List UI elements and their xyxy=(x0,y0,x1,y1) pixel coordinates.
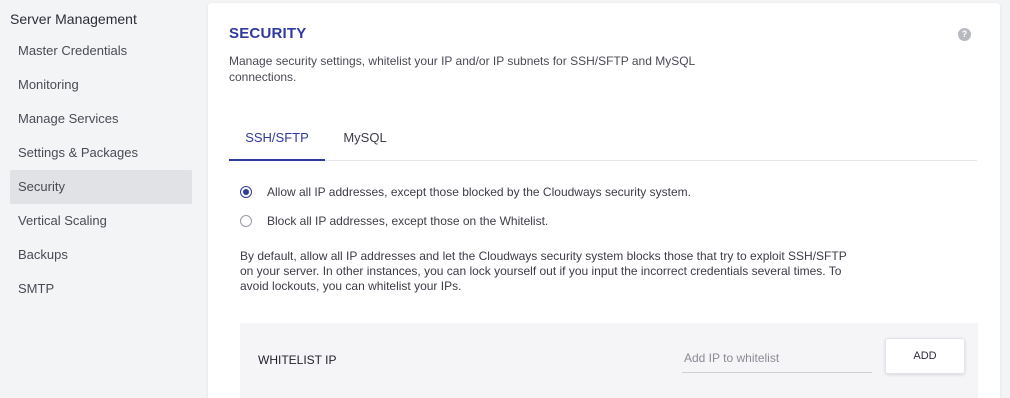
sidebar-item-settings-packages[interactable]: Settings & Packages xyxy=(10,136,192,170)
sidebar-item-vertical-scaling[interactable]: Vertical Scaling xyxy=(10,204,192,238)
sidebar-item-smtp[interactable]: SMTP xyxy=(10,272,192,306)
block-all-option[interactable]: Block all IP addresses, except those on … xyxy=(240,212,548,230)
tab-mysql[interactable]: MySQL xyxy=(329,123,401,161)
whitelist-ip-input[interactable] xyxy=(682,343,872,373)
allow-all-option[interactable]: Allow all IP addresses, except those blo… xyxy=(240,183,691,201)
whitelist-label: WHITELIST IP xyxy=(258,353,337,367)
sidebar: Server Management Master Credentials Mon… xyxy=(0,0,200,398)
security-explanation: By default, allow all IP addresses and l… xyxy=(240,249,847,293)
security-panel: SECURITY ? Manage security settings, whi… xyxy=(208,3,1000,398)
block-all-label: Block all IP addresses, except those on … xyxy=(267,214,549,228)
page-description: Manage security settings, whitelist your… xyxy=(229,54,695,84)
sidebar-item-monitoring[interactable]: Monitoring xyxy=(10,68,192,102)
protocol-tabs: SSH/SFTP MySQL xyxy=(229,123,977,161)
sidebar-item-manage-services[interactable]: Manage Services xyxy=(10,102,192,136)
sidebar-item-master-credentials[interactable]: Master Credentials xyxy=(10,34,192,68)
sidebar-item-security[interactable]: Security xyxy=(10,170,192,204)
sidebar-item-backups[interactable]: Backups xyxy=(10,238,192,272)
allow-all-label: Allow all IP addresses, except those blo… xyxy=(267,185,691,199)
whitelist-section: WHITELIST IP ADD xyxy=(240,323,978,398)
allow-all-radio[interactable] xyxy=(240,186,252,198)
tab-ssh-sftp[interactable]: SSH/SFTP xyxy=(229,123,325,161)
sidebar-nav: Master Credentials Monitoring Manage Ser… xyxy=(10,34,192,306)
sidebar-title: Server Management xyxy=(10,11,137,27)
add-ip-button[interactable]: ADD xyxy=(885,338,965,374)
help-icon[interactable]: ? xyxy=(958,28,971,41)
block-all-radio[interactable] xyxy=(240,215,252,227)
page-title: SECURITY xyxy=(229,25,307,42)
